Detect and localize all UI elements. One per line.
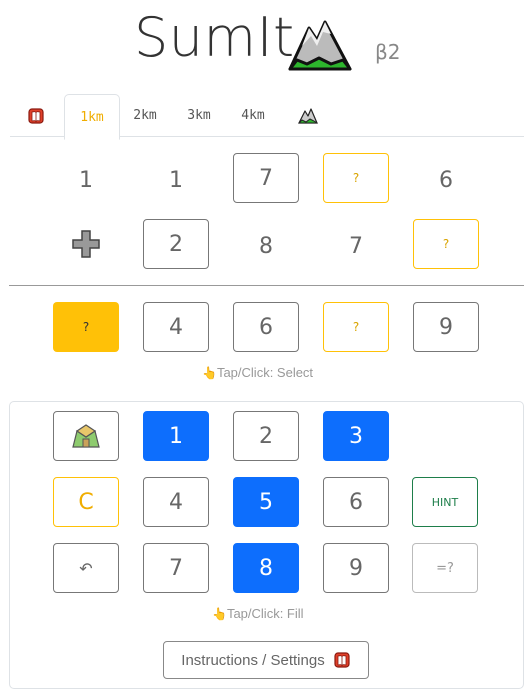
book-icon (28, 107, 44, 124)
digit-cell: 1 (79, 167, 93, 193)
digit-cell[interactable]: 7 (233, 153, 299, 203)
key-1[interactable]: 1 (143, 411, 209, 461)
version-label: β2 (375, 40, 401, 64)
tab-summit[interactable] (286, 94, 330, 137)
undo-icon: ↶ (79, 558, 93, 578)
selected-unknown-cell[interactable]: ? (53, 302, 119, 352)
book-icon (334, 652, 350, 668)
digit-cell[interactable]: 9 (413, 302, 479, 352)
mountain-icon (288, 20, 352, 71)
unknown-cell[interactable]: ? (323, 302, 389, 352)
library-icon (72, 424, 100, 448)
fill-hint-text: Tap/Click: Fill (226, 606, 304, 621)
instructions-settings-button[interactable]: Instructions / Settings (163, 641, 369, 679)
plus-icon (53, 219, 119, 269)
hand-pointer-icon: 👆 (212, 606, 227, 621)
digit-cell: 8 (259, 233, 273, 259)
key-6[interactable]: 6 (323, 477, 389, 527)
unknown-cell[interactable]: ? (323, 153, 389, 203)
tab-2km[interactable]: 2km (120, 94, 170, 137)
digit-cell[interactable]: 2 (143, 219, 209, 269)
key-4[interactable]: 4 (143, 477, 209, 527)
library-button[interactable] (53, 411, 119, 461)
key-9[interactable]: 9 (323, 543, 389, 593)
tab-1km[interactable]: 1km (64, 94, 120, 140)
digit-cell[interactable]: 4 (143, 302, 209, 352)
tab-3km[interactable]: 3km (174, 94, 224, 137)
check-button[interactable]: =? (412, 543, 478, 593)
key-7[interactable]: 7 (143, 543, 209, 593)
unknown-cell[interactable]: ? (413, 219, 479, 269)
tab-4km[interactable]: 4km (228, 94, 278, 137)
hand-pointer-icon: 👆 (202, 365, 217, 380)
fill-hint: 👆 Tap/Click: Fill (212, 606, 304, 621)
tab-book[interactable] (10, 94, 62, 137)
digit-cell: 6 (439, 167, 453, 193)
undo-button[interactable]: ↶ (53, 543, 119, 593)
instructions-label: Instructions / Settings (181, 651, 325, 669)
digit-cell: 1 (169, 167, 183, 193)
key-8[interactable]: 8 (233, 543, 299, 593)
key-2[interactable]: 2 (233, 411, 299, 461)
select-hint-text: Tap/Click: Select (216, 365, 314, 380)
digit-cell: 7 (349, 233, 363, 259)
key-3[interactable]: 3 (323, 411, 389, 461)
digit-cell[interactable]: 6 (233, 302, 299, 352)
mountain-icon (298, 107, 318, 124)
app-title: SumIt (134, 6, 295, 69)
key-5[interactable]: 5 (233, 477, 299, 527)
select-hint: 👆 Tap/Click: Select (202, 365, 313, 380)
level-tabs: 1km 2km 3km 4km (10, 94, 524, 140)
hint-button[interactable]: HINT (412, 477, 478, 527)
sum-divider (9, 285, 524, 286)
clear-button[interactable]: C (53, 477, 119, 527)
